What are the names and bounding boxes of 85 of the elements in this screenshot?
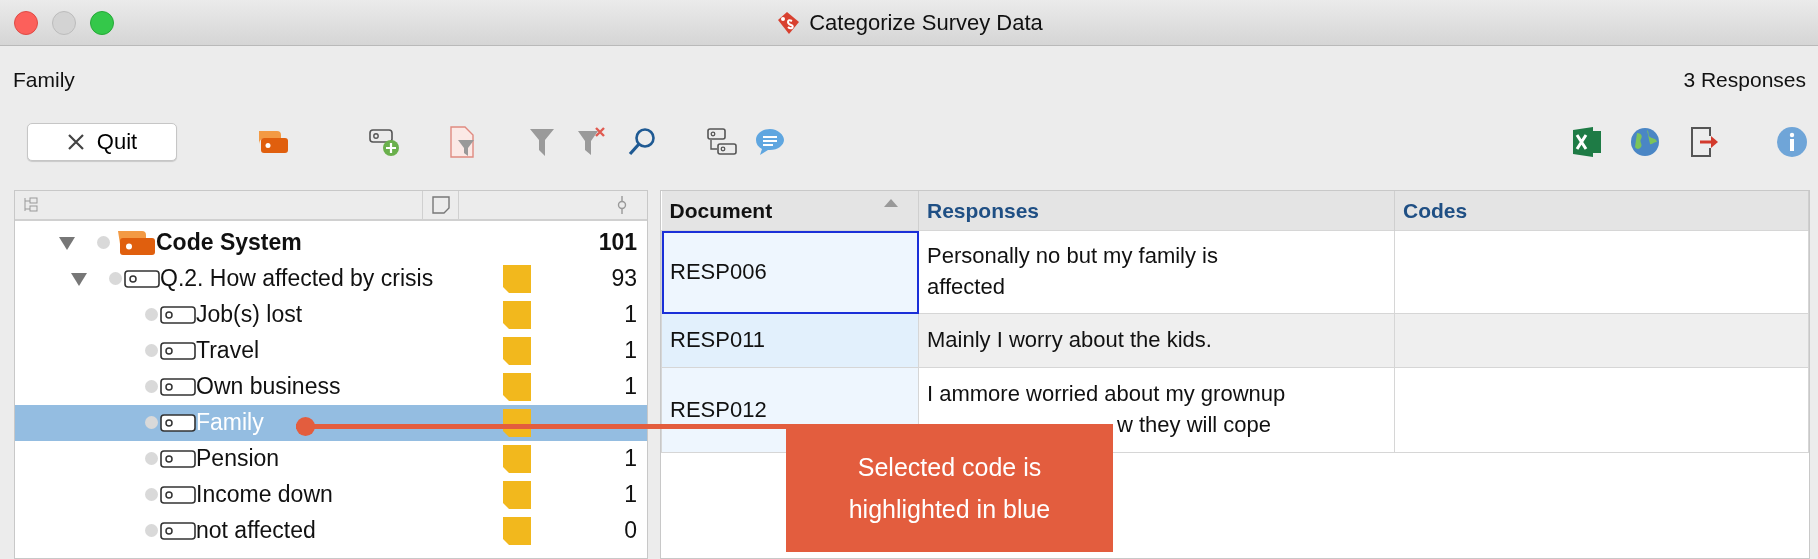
callout-text: Selected code is highlighted in blue [786, 424, 1113, 552]
expand-toggle-icon[interactable] [59, 235, 75, 250]
tree-item-label: Code System [156, 228, 303, 258]
tree-item[interactable]: Income down 1 [15, 476, 647, 513]
code-count: 93 [610, 264, 638, 294]
column-header[interactable]: Document [661, 190, 919, 231]
code-tag-icon [160, 520, 196, 541]
status-dot-icon [145, 452, 158, 465]
code-count: 0 [623, 516, 638, 546]
selected-code-label: Family [13, 67, 75, 93]
code-tag-icon [124, 268, 160, 289]
code-count: 1 [623, 480, 638, 510]
window-title: Categorize Survey Data [809, 9, 1043, 37]
tree-item-label: Income down [196, 480, 334, 510]
code-count: 1 [623, 444, 638, 474]
table-cell: RESP006 [661, 230, 919, 314]
info-icon[interactable] [1776, 125, 1808, 158]
status-dot-icon [145, 488, 158, 501]
document-filter-icon[interactable] [449, 125, 477, 158]
table-cell: RESP011 [661, 313, 919, 368]
status-dot-icon [97, 236, 110, 249]
tree-item-label: Job(s) lost [196, 300, 304, 330]
close-icon [66, 132, 85, 151]
memo-icon [503, 336, 531, 365]
status-dot-icon [145, 308, 158, 321]
tree-item-label: not affected [196, 516, 317, 546]
column-header[interactable]: Codes [1394, 190, 1809, 231]
tree-item-label: Pension [196, 444, 281, 474]
filter-icon[interactable] [529, 126, 555, 157]
memo-icon [503, 408, 531, 437]
code-tag-icon [160, 340, 196, 361]
status-dot-icon [109, 272, 122, 285]
column-header[interactable]: Responses [918, 190, 1395, 231]
quit-button[interactable]: Quit [27, 122, 177, 161]
tree-item[interactable]: Pension 1 [15, 440, 647, 477]
tree-item[interactable]: Code System 101 [15, 224, 647, 261]
pin-icon [617, 195, 627, 214]
code-count: 1 [623, 336, 638, 366]
response-count: 3 Responses [1683, 67, 1806, 93]
tree-item[interactable]: Job(s) lost 1 [15, 296, 647, 333]
table-cell-text: Personally no but my family is affected [927, 242, 1219, 301]
code-tags-icon[interactable] [707, 126, 737, 157]
status-dot-icon [145, 344, 158, 357]
spreadsheet-icon[interactable] [1572, 125, 1602, 158]
comment-icon[interactable] [755, 127, 785, 156]
memo-icon [503, 480, 531, 509]
code-count: 1 [623, 300, 638, 330]
table-cell-text: w they will cope [1116, 411, 1273, 439]
code-tag-icon [160, 484, 196, 505]
code-tag-icon [160, 376, 196, 397]
export-icon[interactable] [1690, 125, 1720, 158]
sort-arrow-icon [884, 198, 898, 207]
search-icon[interactable] [627, 126, 657, 157]
status-dot-icon [145, 416, 158, 429]
tree-icon [23, 196, 39, 213]
globe-icon[interactable] [1630, 126, 1660, 157]
table-cell-text: Mainly I worry about the kids. [927, 326, 1213, 355]
clear-filter-icon[interactable] [577, 126, 607, 157]
zoom-window-button[interactable] [90, 10, 114, 35]
memo-icon [503, 300, 531, 329]
memo-icon [503, 516, 531, 545]
tree-item[interactable]: not affected 0 [15, 512, 647, 549]
code-count: 101 [597, 228, 638, 258]
code-count: 1 [623, 372, 638, 402]
tree-item[interactable]: Own business 1 [15, 368, 647, 405]
tree-item-label: Family [196, 408, 265, 438]
memo-icon [503, 444, 531, 473]
code-tag-icon [160, 304, 196, 325]
new-code-icon[interactable] [369, 126, 401, 157]
close-window-button[interactable] [14, 10, 38, 35]
tree-item-label: Travel [196, 336, 261, 366]
expand-toggle-icon[interactable] [71, 271, 87, 286]
tree-item-label: Own business [196, 372, 342, 402]
app-logo-icon [775, 9, 802, 36]
code-tag-icon [160, 412, 196, 433]
memo-icon [503, 264, 531, 293]
status-dot-icon [145, 380, 158, 393]
memo-icon [503, 372, 531, 401]
tree-item-label: Q.2. How affected by crisis [160, 264, 435, 294]
table-cell-text: I ammore worried about my grownup [927, 380, 1287, 409]
status-dot-icon [145, 524, 158, 537]
tree-item[interactable]: Travel 1 [15, 332, 647, 369]
tree-item[interactable]: Q.2. How affected by crisis 93 [15, 260, 647, 297]
code-tag-icon [160, 448, 196, 469]
memo-icon [431, 195, 450, 214]
